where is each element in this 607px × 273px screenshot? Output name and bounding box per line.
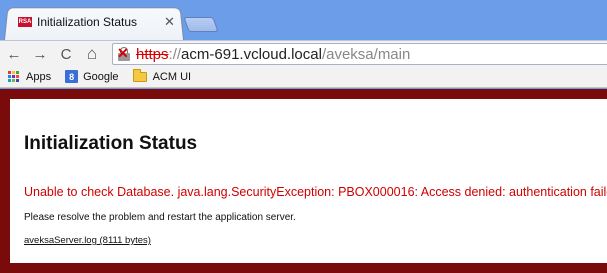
url-host: acm-691.vcloud.local: [181, 45, 322, 63]
page-title: Initialization Status: [24, 133, 198, 154]
url-separator: ://: [168, 45, 182, 63]
page-frame: Initialization Status Unable to check Da…: [0, 89, 607, 273]
new-tab-button[interactable]: [183, 17, 219, 32]
instruction-text: Please resolve the problem and restart t…: [24, 212, 296, 223]
bookmark-label: ACM UI: [152, 70, 192, 83]
tab-content: RSA Initialization Status: [18, 12, 137, 32]
tab-title: Initialization Status: [37, 15, 138, 29]
tab-strip: RSA Initialization Status ✕: [0, 0, 607, 40]
error-message: Unable to check Database. java.lang.Secu…: [24, 185, 607, 199]
rsa-favicon-icon: RSA: [18, 17, 32, 27]
close-icon[interactable]: ✕: [164, 14, 175, 30]
bookmark-google[interactable]: 8 Google: [65, 70, 119, 83]
folder-icon: [132, 68, 147, 82]
content-panel: Initialization Status Unable to check Da…: [10, 99, 607, 263]
bookmark-label: Apps: [26, 70, 52, 83]
reload-icon[interactable]: C: [56, 44, 76, 64]
url-scheme: https: [136, 45, 169, 63]
browser-toolbar: ← → C ⌂ ✕ https://acm-691.vcloud.local/a…: [0, 40, 607, 66]
insecure-lock-icon[interactable]: ✕: [117, 46, 133, 61]
server-log-link[interactable]: aveksaServer.log (8111 bytes): [24, 235, 151, 246]
back-arrow-icon[interactable]: ←: [4, 44, 24, 64]
bookmark-apps[interactable]: Apps: [8, 70, 52, 83]
home-icon[interactable]: ⌂: [82, 44, 102, 64]
apps-grid-icon: [8, 70, 20, 83]
bookmarks-bar: Apps 8 Google ACM UI: [0, 66, 607, 88]
google-icon: 8: [65, 70, 79, 83]
forward-arrow-icon[interactable]: →: [30, 44, 50, 64]
url-path: /aveksa/main: [321, 45, 411, 63]
url-text[interactable]: https://acm-691.vcloud.local/aveksa/main: [136, 46, 410, 63]
bookmark-acm-ui[interactable]: ACM UI: [132, 68, 192, 83]
bookmark-label: Google: [83, 70, 119, 83]
address-bar[interactable]: ✕ https://acm-691.vcloud.local/aveksa/ma…: [112, 43, 607, 65]
